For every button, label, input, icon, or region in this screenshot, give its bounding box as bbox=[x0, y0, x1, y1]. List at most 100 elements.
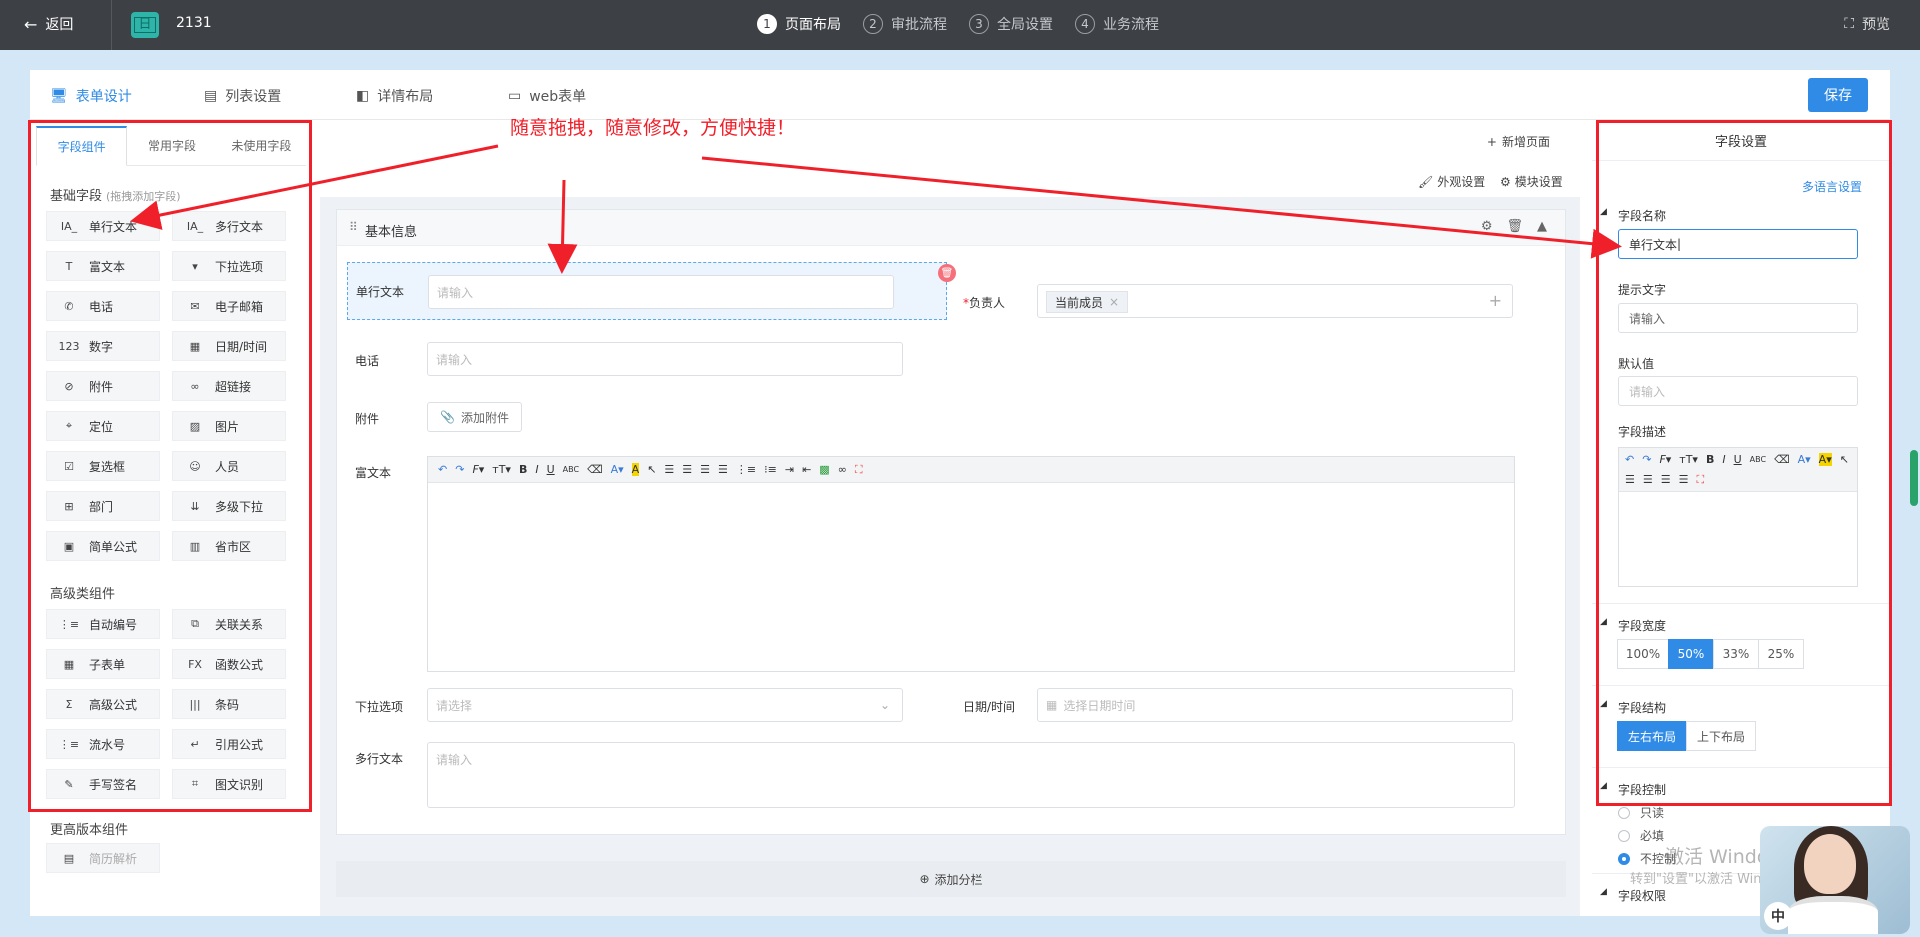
step-page-layout[interactable]: 1 页面布局 bbox=[757, 14, 841, 34]
scan-icon: ⛶ bbox=[1844, 16, 1854, 32]
field-permission-label: 字段权限 bbox=[1600, 887, 1666, 904]
underline-icon[interactable]: U bbox=[547, 463, 555, 476]
paint-roller-icon: 🖌 bbox=[1418, 174, 1434, 189]
ordered-list-icon[interactable]: ⋮≡ bbox=[736, 463, 756, 476]
floating-avatar[interactable]: 中 bbox=[1760, 826, 1910, 934]
annotation-box-right bbox=[1596, 120, 1892, 806]
field-label-owner: *负责人 bbox=[963, 296, 1006, 310]
owner-picker[interactable]: 当前成员 × + bbox=[1037, 284, 1513, 318]
delete-field-icon[interactable]: 🗑 bbox=[938, 264, 956, 282]
undo-icon[interactable]: ↶ bbox=[438, 463, 447, 476]
layout-icon: ◧ bbox=[356, 88, 370, 104]
align-right-icon[interactable]: ☰ bbox=[700, 463, 710, 476]
font-color-icon[interactable]: A▾ bbox=[611, 463, 624, 476]
section-actions: ⚙ 🗑 ▲ bbox=[1481, 219, 1547, 234]
tab-web-form[interactable]: ▭ web表单 bbox=[508, 86, 586, 106]
step-approval-flow[interactable]: 2 审批流程 bbox=[863, 14, 947, 34]
field-label-attachment: 附件 bbox=[355, 412, 380, 426]
avatar-badge: 中 bbox=[1764, 902, 1792, 930]
arrow-left-icon: ← bbox=[24, 14, 38, 34]
gear-icon[interactable]: ⚙ bbox=[1481, 219, 1493, 234]
save-button[interactable]: 保存 bbox=[1808, 78, 1868, 112]
section-title: 基本信息 bbox=[365, 225, 418, 240]
add-attachment-button[interactable]: 📎 添加附件 bbox=[427, 402, 522, 432]
highlight-icon[interactable]: A bbox=[631, 463, 640, 476]
align-center-icon[interactable]: ☰ bbox=[682, 463, 692, 476]
single-text-input[interactable]: 请输入 bbox=[428, 275, 894, 309]
chevron-up-icon[interactable]: ▲ bbox=[1537, 219, 1547, 234]
indent-icon[interactable]: ⇥ bbox=[785, 463, 794, 476]
paperclip-icon: 📎 bbox=[440, 410, 455, 424]
appearance-settings-button[interactable]: 🖌 外观设置 bbox=[1418, 173, 1485, 190]
italic-icon[interactable]: I bbox=[535, 463, 538, 476]
step-business-flow[interactable]: 4 业务流程 bbox=[1075, 14, 1159, 34]
font-size-icon[interactable]: тT▾ bbox=[492, 463, 511, 476]
add-column-button[interactable]: ⊕ 添加分栏 bbox=[336, 861, 1566, 897]
premium-fields-title: 更高版本组件 bbox=[50, 823, 129, 838]
close-icon[interactable]: × bbox=[1109, 295, 1119, 309]
premium-fields-grid: ▤ 简历解析 bbox=[46, 843, 286, 873]
list-icon: ▤ bbox=[204, 88, 218, 104]
field-label-multi-text: 多行文本 bbox=[355, 752, 404, 766]
control-option-readonly[interactable]: 只读 bbox=[1618, 804, 1664, 821]
bold-icon[interactable]: B bbox=[519, 463, 527, 476]
step-global-settings[interactable]: 3 全局设置 bbox=[969, 14, 1053, 34]
section-header: ⠿ 基本信息 ⚙ 🗑 ▲ bbox=[337, 210, 1565, 246]
multi-text-input[interactable]: 请输入 bbox=[427, 742, 1515, 808]
step-nav: 1 页面布局 2 审批流程 3 全局设置 4 业务流程 bbox=[757, 14, 1159, 34]
justify-icon[interactable]: ☰ bbox=[718, 463, 728, 476]
canvas-subbar: 🖌 外观设置 ⚙ 模块设置 bbox=[320, 161, 1580, 197]
gear-icon: ⚙ bbox=[1500, 174, 1511, 189]
back-button[interactable]: ← 返回 bbox=[24, 14, 73, 34]
field-label-phone: 电话 bbox=[355, 354, 380, 368]
field-label-single-text: 单行文本 bbox=[356, 285, 405, 299]
scroll-indicator[interactable] bbox=[1910, 450, 1918, 506]
window-icon: ▭ bbox=[508, 88, 522, 104]
app-name: 2131 bbox=[176, 15, 212, 31]
annotation-box-left bbox=[28, 120, 312, 812]
link-icon[interactable]: ∞ bbox=[838, 463, 847, 476]
monitor-icon: 🖥 bbox=[50, 88, 68, 104]
dropdown-select[interactable]: 请选择 ⌄ bbox=[427, 688, 903, 722]
field-component-label: 简历解析 bbox=[89, 851, 138, 866]
trash-icon[interactable]: 🗑 bbox=[1506, 219, 1523, 234]
plus-icon: + bbox=[1486, 134, 1497, 149]
add-page-button[interactable]: + 新增页面 bbox=[1487, 133, 1550, 150]
field-label-dropdown: 下拉选项 bbox=[355, 700, 404, 714]
plus-circle-icon: ⊕ bbox=[919, 872, 930, 886]
owner-tag: 当前成员 × bbox=[1046, 291, 1129, 313]
preview-button[interactable]: ⛶ 预览 bbox=[1844, 14, 1890, 34]
control-option-required[interactable]: 必填 bbox=[1618, 827, 1664, 844]
cursor-icon[interactable]: ↖ bbox=[647, 463, 656, 476]
drag-handle-icon[interactable]: ⠿ bbox=[349, 220, 358, 234]
fullscreen-icon[interactable]: ⛶ bbox=[855, 463, 863, 477]
font-family-icon[interactable]: F▾ bbox=[472, 463, 484, 476]
canvas-toolbar: + 新增页面 bbox=[320, 121, 1580, 161]
rich-text-editor[interactable]: ↶ ↷ F▾ тT▾ B I U ABC ⌫ A▾ A ↖ ☰ ☰ ☰ ☰ ⋮≡ bbox=[427, 456, 1515, 672]
app-icon-glyph: 日 bbox=[134, 17, 156, 33]
redo-icon[interactable]: ↷ bbox=[455, 463, 464, 476]
eraser-icon[interactable]: ⌫ bbox=[587, 463, 603, 476]
rich-text-toolbar: ↶ ↷ F▾ тT▾ B I U ABC ⌫ A▾ A ↖ ☰ ☰ ☰ ☰ ⋮≡ bbox=[428, 457, 1514, 483]
tab-list-settings[interactable]: ▤ 列表设置 bbox=[204, 86, 281, 106]
selected-field-single-text[interactable]: 单行文本 请输入 bbox=[347, 262, 947, 320]
module-settings-button[interactable]: ⚙ 模块设置 bbox=[1500, 173, 1563, 190]
section-basic-info: ⠿ 基本信息 ⚙ 🗑 ▲ 单行文本 请输入 🗑 *负责人 当前成员 × + 电话… bbox=[336, 209, 1566, 835]
annotation-text: 随意拖拽，随意修改，方便快捷！ bbox=[510, 117, 796, 139]
datetime-picker[interactable]: ▦ 选择日期时间 bbox=[1037, 688, 1513, 722]
tab-form-design[interactable]: 🖥 表单设计 bbox=[50, 86, 132, 106]
field-component-item[interactable]: ▤ 简历解析 bbox=[46, 843, 160, 873]
plus-icon[interactable]: + bbox=[1489, 291, 1502, 310]
tab-detail-layout[interactable]: ◧ 详情布局 bbox=[356, 86, 433, 106]
page-tabs: 🖥 表单设计 ▤ 列表设置 ◧ 详情布局 ▭ web表单 保存 bbox=[30, 70, 1890, 120]
back-label: 返回 bbox=[45, 17, 74, 33]
outdent-icon[interactable]: ⇤ bbox=[802, 463, 811, 476]
top-bar: ← 返回 日 2131 1 页面布局 2 审批流程 3 全局设置 4 业务流程 ⛶ 预览 bbox=[0, 0, 1920, 50]
strikethrough-icon[interactable]: ABC bbox=[563, 465, 579, 474]
image-icon[interactable]: ▩ bbox=[819, 463, 829, 476]
chevron-down-icon: ⌄ bbox=[879, 698, 890, 712]
align-left-icon[interactable]: ☰ bbox=[664, 463, 674, 476]
app-icon: 日 bbox=[131, 12, 159, 38]
phone-input[interactable]: 请输入 bbox=[427, 342, 903, 376]
unordered-list-icon[interactable]: ⁝≡ bbox=[764, 463, 777, 476]
